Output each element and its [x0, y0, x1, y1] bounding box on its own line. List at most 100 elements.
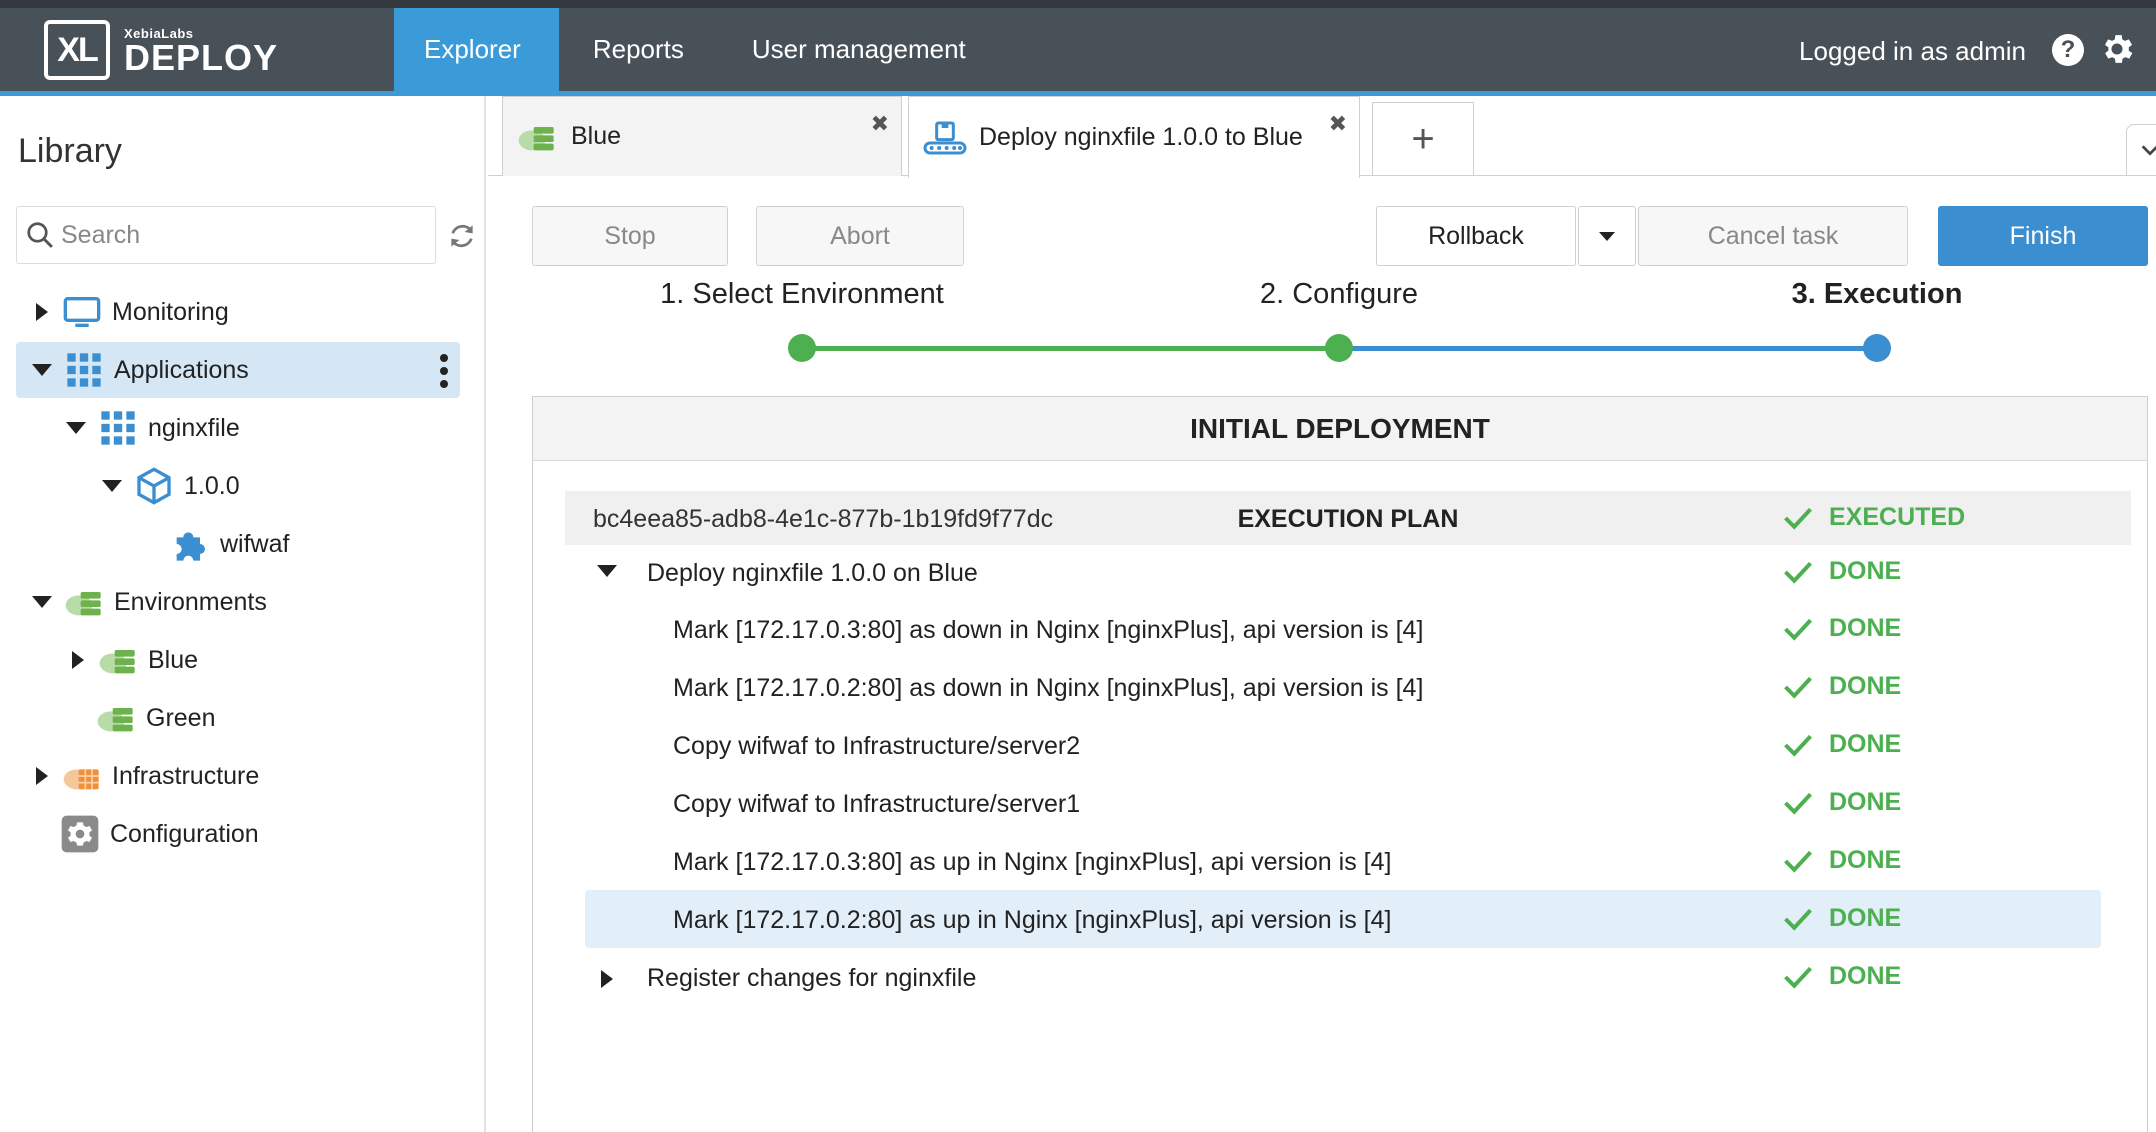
step-status: DONE — [1783, 614, 1901, 643]
check-icon — [1784, 908, 1812, 931]
status-text: DONE — [1829, 904, 1902, 932]
library-title: Library — [18, 132, 122, 170]
tab-list-menu[interactable] — [2126, 124, 2156, 176]
expand-arrow-icon[interactable] — [601, 970, 613, 988]
check-icon — [1784, 734, 1812, 757]
main-nav: Explorer Reports User management — [394, 8, 1000, 91]
step-description: Mark [172.17.0.3:80] as up in Nginx [ngi… — [673, 848, 1392, 876]
main-content: Blue ✖ Deploy nginxfile 1.0.0 to Blue ✖ … — [488, 96, 2156, 1132]
plan-step-row[interactable]: Mark [172.17.0.2:80] as down in Nginx [n… — [585, 658, 2101, 716]
finish-button[interactable]: Finish — [1938, 206, 2148, 266]
tree-item-wifwaf[interactable]: wifwaf — [170, 516, 430, 572]
plan-step-row[interactable]: Copy wifwaf to Infrastructure/server2 DON… — [585, 716, 2101, 774]
application-grid-icon — [101, 411, 135, 445]
tree-label: 1.0.0 — [184, 471, 240, 500]
tree-item-blue[interactable]: Blue — [52, 632, 432, 688]
plan-step-row[interactable]: Mark [172.17.0.2:80] as up in Nginx [ngi… — [585, 890, 2101, 948]
abort-button[interactable]: Abort — [756, 206, 964, 266]
progress-line-complete — [802, 346, 1339, 351]
close-tab-icon[interactable]: ✖ — [871, 111, 889, 137]
rollback-dropdown-button[interactable] — [1578, 206, 1636, 266]
expand-arrow-icon[interactable] — [72, 651, 84, 669]
tree-item-infrastructure[interactable]: Infrastructure — [16, 748, 436, 804]
status-text: DONE — [1829, 557, 1902, 585]
logo-text: XebiaLabs DEPLOY — [124, 26, 278, 76]
tree-item-monitoring[interactable]: Monitoring — [16, 284, 462, 340]
step-select-environment: 1. Select Environment — [660, 278, 944, 310]
step-description: Register changes for nginxfile — [647, 964, 977, 992]
logged-in-user[interactable]: Logged in as admin — [1799, 36, 2026, 67]
step-status: DONE — [1783, 788, 1901, 817]
collapse-arrow-icon[interactable] — [597, 565, 617, 577]
tree-label: Infrastructure — [112, 761, 260, 790]
step-execution: 3. Execution — [1791, 278, 1963, 310]
xl-deploy-logo[interactable]: XL XebiaLabs DEPLOY — [44, 18, 278, 82]
plan-group-row[interactable]: Deploy nginxfile 1.0.0 on Blue DONE — [585, 543, 2101, 601]
step-dot-done — [1325, 334, 1353, 362]
tree-item-applications[interactable]: Applications — [16, 342, 460, 398]
tab-deploy-nginxfile[interactable]: Deploy nginxfile 1.0.0 to Blue ✖ — [908, 96, 1360, 178]
step-description: Deploy nginxfile 1.0.0 on Blue — [647, 559, 978, 587]
status-text: EXECUTED — [1829, 503, 1966, 531]
environment-cloud-icon — [65, 592, 101, 616]
nav-reports[interactable]: Reports — [559, 8, 718, 91]
chevron-down-icon — [2141, 145, 2156, 156]
expand-arrow-icon[interactable] — [36, 767, 48, 785]
plan-step-row[interactable]: Mark [172.17.0.3:80] as down in Nginx [n… — [585, 600, 2101, 658]
execution-plan-header: bc4eea85-adb8-4e1c-877b-1b19fd9f77dc EXE… — [565, 491, 2131, 545]
step-description: Mark [172.17.0.3:80] as down in Nginx [n… — [673, 616, 1424, 644]
tab-label: Deploy nginxfile 1.0.0 to Blue — [979, 123, 1303, 151]
tree-item-configuration[interactable]: Configuration — [60, 806, 440, 862]
step-status: DONE — [1783, 557, 1901, 586]
plan-step-row[interactable]: Mark [172.17.0.3:80] as up in Nginx [ngi… — [585, 832, 2101, 890]
collapse-arrow-icon[interactable] — [102, 480, 122, 492]
stop-button[interactable]: Stop — [532, 206, 728, 266]
step-dot-done — [788, 334, 816, 362]
step-status: DONE — [1783, 730, 1901, 759]
tree-label: Green — [146, 703, 216, 732]
library-search-input[interactable]: Search — [16, 206, 436, 264]
step-description: Copy wifwaf to Infrastructure/server2 — [673, 732, 1081, 760]
infrastructure-cloud-icon — [63, 769, 99, 790]
tree-item-environments[interactable]: Environments — [16, 574, 436, 630]
step-description: Copy wifwaf to Infrastructure/server1 — [673, 790, 1081, 818]
cancel-task-button[interactable]: Cancel task — [1638, 206, 1908, 266]
step-status: DONE — [1783, 672, 1901, 701]
status-text: DONE — [1829, 614, 1902, 642]
caret-down-icon — [1599, 231, 1615, 241]
refresh-icon[interactable] — [446, 220, 478, 252]
library-sidebar: Library Search Monitoring Applications n… — [0, 96, 486, 1132]
step-status: DONE — [1783, 962, 1901, 991]
panel-title: INITIAL DEPLOYMENT — [533, 397, 2147, 461]
check-icon — [1784, 507, 1812, 530]
step-dot-current — [1863, 334, 1891, 362]
collapse-arrow-icon[interactable] — [32, 364, 52, 376]
collapse-arrow-icon[interactable] — [66, 422, 86, 434]
tree-item-green[interactable]: Green — [96, 690, 426, 746]
more-options-icon[interactable] — [440, 354, 448, 388]
rollback-button[interactable]: Rollback — [1376, 206, 1576, 266]
environment-cloud-icon — [97, 708, 133, 732]
applications-grid-icon — [67, 353, 101, 387]
settings-gear-icon[interactable] — [2098, 30, 2136, 68]
tab-label: Blue — [571, 122, 622, 150]
check-icon — [1784, 561, 1812, 584]
plan-step-row[interactable]: Copy wifwaf to Infrastructure/server1 DON… — [585, 774, 2101, 832]
help-icon[interactable]: ? — [2052, 34, 2084, 66]
package-cube-icon — [137, 467, 171, 505]
step-description: Mark [172.17.0.2:80] as down in Nginx [n… — [673, 674, 1424, 702]
tab-blue[interactable]: Blue ✖ — [502, 96, 902, 176]
status-text: DONE — [1829, 788, 1902, 816]
monitor-icon — [63, 297, 101, 327]
nav-explorer[interactable]: Explorer — [394, 8, 559, 91]
add-tab-button[interactable]: + — [1372, 102, 1474, 176]
plan-group-row[interactable]: Register changes for nginxfile DONE — [585, 948, 2101, 1006]
expand-arrow-icon[interactable] — [36, 303, 48, 321]
collapse-arrow-icon[interactable] — [32, 596, 52, 608]
status-text: DONE — [1829, 672, 1902, 700]
status-text: DONE — [1829, 730, 1902, 758]
nav-user-management[interactable]: User management — [718, 8, 1000, 91]
tree-item-nginxfile[interactable]: nginxfile — [52, 400, 432, 456]
tree-item-version-1-0-0[interactable]: 1.0.0 — [88, 458, 428, 514]
close-tab-icon[interactable]: ✖ — [1329, 111, 1347, 137]
